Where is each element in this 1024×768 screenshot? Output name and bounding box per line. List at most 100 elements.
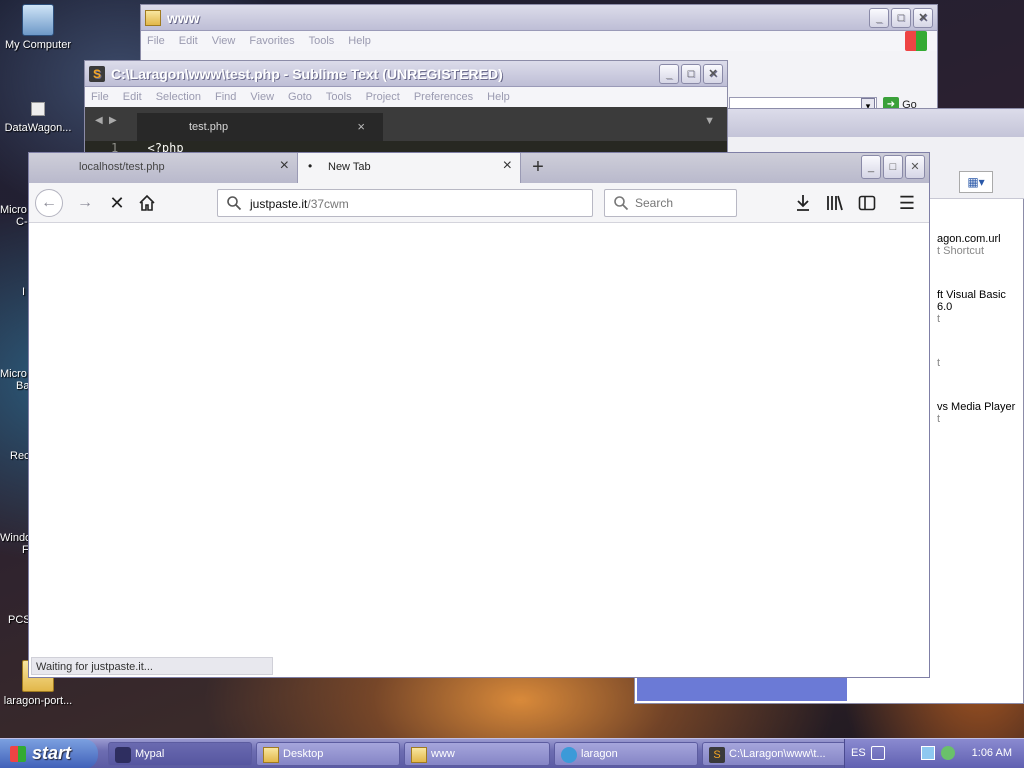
laragon-icon [561,747,577,763]
close-tab-icon[interactable]: × [503,157,512,175]
browser-window[interactable]: localhost/test.php × • New Tab × + _ □ ✕… [28,152,930,678]
menu-favorites[interactable]: Favorites [249,35,294,47]
language-indicator[interactable]: ES [851,747,866,759]
sidebar-icon [858,195,876,211]
search-icon [614,196,629,211]
task-label: laragon [581,748,618,760]
stop-button[interactable]: ✕ [105,191,129,215]
menu-tools[interactable]: Tools [326,91,352,103]
menu-view[interactable]: View [250,91,274,103]
folder-icon [411,747,427,763]
file-type: t [937,357,941,369]
maximize-button[interactable]: □ [681,63,701,84]
minimize-button[interactable]: _ [659,63,679,84]
task-label: C:\Laragon\www\t... [729,748,826,760]
taskbar-item-laragon[interactable]: laragon [554,742,698,766]
close-button[interactable]: ✕ [703,63,723,84]
menu-preferences[interactable]: Preferences [414,91,473,103]
browser-app-icon [115,747,131,763]
tab-label: New Tab [328,161,371,173]
tab-nav-left-icon[interactable]: ◀ [95,115,103,126]
maximize-button[interactable]: □ [891,7,911,28]
maximize-button[interactable]: □ [883,155,903,179]
menu-file[interactable]: File [147,35,165,47]
search-input[interactable] [635,195,731,211]
close-icon[interactable]: × [357,119,365,134]
file-type: t [937,413,941,425]
menu-project[interactable]: Project [366,91,400,103]
page-content[interactable] [29,223,929,677]
new-tab-button[interactable]: + [527,155,549,179]
keyboard-icon[interactable] [871,746,885,760]
tab-nav-right-icon[interactable]: ▶ [109,115,117,126]
minimize-button[interactable]: _ [869,7,889,28]
back-button[interactable]: ← [35,189,63,217]
menu-button[interactable]: ☰ [895,191,919,215]
sublime-logo-icon: S [89,65,105,82]
views-icon[interactable]: ▦▾ [959,171,993,193]
url-text: justpaste.it/37cwm [250,197,349,211]
menu-find[interactable]: Find [215,91,236,103]
start-label: start [32,743,72,763]
browser-toolbar: ← → ✕ justpaste.it/37cwm ☰ [29,183,929,223]
sublime-titlebar[interactable]: S C:\Laragon\www\test.php - Sublime Text… [85,61,727,87]
home-button[interactable] [135,191,159,215]
start-button[interactable]: start [0,739,98,768]
menu-edit[interactable]: Edit [123,91,142,103]
taskbar-item-sublime[interactable]: S C:\Laragon\www\t... [702,742,846,766]
network-icon[interactable] [921,746,935,760]
desktop-icon-label: My Computer [4,39,72,51]
selection-highlight [637,677,847,701]
menu-file[interactable]: File [91,91,109,103]
menu-selection[interactable]: Selection [156,91,201,103]
system-tray: ES 1:06 AM [844,739,1024,768]
menu-edit[interactable]: Edit [179,35,198,47]
file-name: agon.com.url [937,233,1001,245]
menu-help[interactable]: Help [487,91,510,103]
close-button[interactable]: ✕ [913,7,933,28]
menu-tools[interactable]: Tools [309,35,335,47]
tab-new-tab[interactable]: • New Tab × [297,153,521,183]
desktop-partial-label: Micro [0,368,27,380]
sublime-tab[interactable]: test.php × [137,113,383,141]
search-icon [227,196,242,211]
taskbar-item-mypal[interactable]: Mypal [108,742,252,766]
menu-goto[interactable]: Goto [288,91,312,103]
window-title: C:\Laragon\www\test.php - Sublime Text (… [111,65,503,82]
menu-view[interactable]: View [212,35,236,47]
shortcut-icon [31,102,45,116]
folder-icon [145,9,161,26]
taskbar-item-desktop[interactable]: Desktop [256,742,400,766]
downloads-button[interactable] [791,191,815,215]
taskbar-item-www[interactable]: www [404,742,550,766]
desktop-icon-datawagon[interactable]: DataWagon... [0,102,76,134]
sublime-menubar: File Edit Selection Find View Goto Tools… [85,87,727,107]
file-item[interactable]: ft Visual Basic 6.0 t [937,289,1023,325]
window-controls: _ □ ✕ [859,155,925,179]
menu-help[interactable]: Help [348,35,371,47]
desktop-icon-my-computer[interactable]: My Computer [0,4,76,51]
minimize-button[interactable]: _ [861,155,881,179]
window-title: www [167,9,200,26]
forward-button[interactable]: → [73,191,97,215]
desktop-icon-label: laragon-port... [3,695,73,707]
close-button[interactable]: ✕ [905,155,925,179]
tab-localhost[interactable]: localhost/test.php × [71,153,297,183]
search-box[interactable] [604,189,737,217]
file-item[interactable]: t [937,357,940,369]
url-bar[interactable]: justpaste.it/37cwm [217,189,593,217]
library-button[interactable] [823,191,847,215]
close-tab-icon[interactable]: × [280,157,289,175]
file-item[interactable]: vs Media Player t [937,401,1015,425]
file-type: t Shortcut [937,245,985,257]
task-label: Desktop [283,748,324,760]
explorer-titlebar[interactable]: www _ □ ✕ [141,5,937,31]
sidebar-button[interactable] [855,191,879,215]
tab-dropdown-icon[interactable]: ▼ [704,115,715,127]
browser-tabbar: localhost/test.php × • New Tab × + _ □ ✕ [29,153,929,183]
tray-app-icon[interactable] [941,746,955,760]
sublime-window[interactable]: S C:\Laragon\www\test.php - Sublime Text… [84,60,728,156]
hamburger-icon: ☰ [898,193,916,213]
file-item[interactable]: agon.com.url t Shortcut [937,233,1001,257]
library-icon [827,195,843,211]
